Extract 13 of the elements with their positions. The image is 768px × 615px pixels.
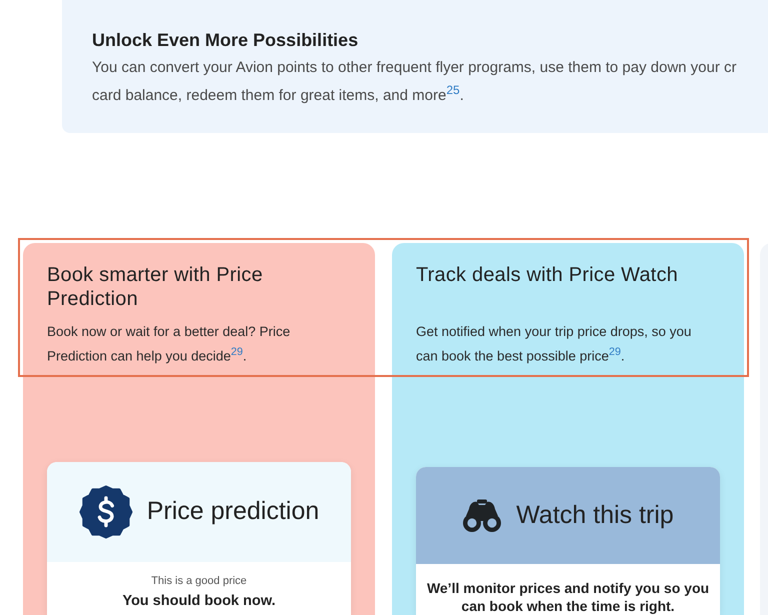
preview-message: You should book now. [122, 592, 276, 610]
preview-title: Price prediction [146, 497, 320, 526]
card-heading: Track deals with Price Watch [416, 263, 679, 288]
binoculars-icon [462, 498, 502, 532]
dollar-badge-icon [78, 484, 133, 538]
info-text: You can convert your Avion points to other frequent flyer programs, use them to pay down your cr card balance, redeem them for great items, and more$^{25}$. [92, 58, 737, 106]
preview-title: Watch this trip [516, 500, 674, 530]
card-description: Get notified when your trip price drops, so you can book the best possible price$^{29}$. [416, 323, 692, 366]
preview-caption: This is a good price [151, 574, 247, 588]
info-title: Unlock Even More Possibilities [92, 29, 358, 52]
card-heading: Book smarter with Price Prediction [47, 263, 264, 311]
preview-message: We’ll monitor prices and notify you so you can book when the time is right. [426, 579, 710, 615]
card-description: Book now or wait for a better deal? Price Prediction can help you decide$^{29}$. [47, 323, 292, 366]
